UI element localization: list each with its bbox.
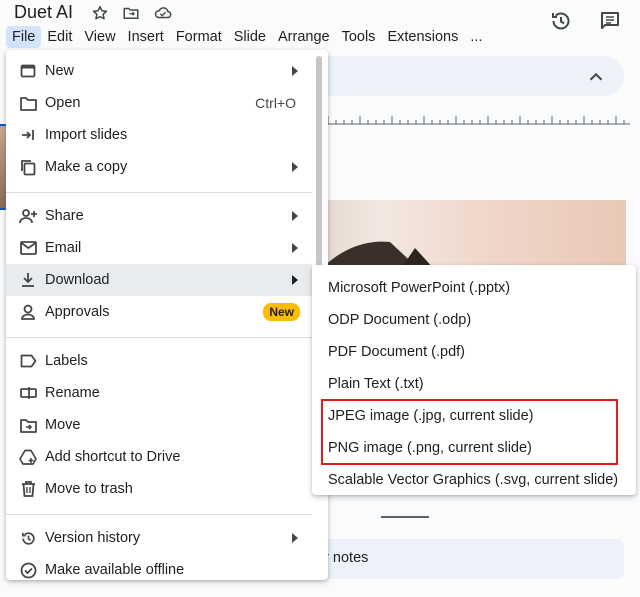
download-svg[interactable]: Scalable Vector Graphics (.svg, current …	[328, 471, 618, 489]
folder-icon	[18, 93, 38, 113]
menu-arrange[interactable]: Arrange	[272, 26, 336, 48]
offline-icon	[18, 560, 38, 580]
menu-item-new[interactable]: New	[6, 55, 312, 87]
rename-icon	[18, 383, 38, 403]
menu-item-email[interactable]: Email	[6, 232, 312, 264]
submenu-arrow-icon	[290, 211, 300, 221]
menu-item-label: Version history	[45, 530, 141, 546]
menu-edit[interactable]: Edit	[41, 26, 78, 48]
menu-item-label: Make available offline	[45, 562, 185, 578]
annotation-highlight-box	[321, 399, 618, 465]
menu-item-label: Add shortcut to Drive	[45, 449, 181, 465]
menu-item-share[interactable]: Share	[6, 200, 312, 232]
menu-view[interactable]: View	[78, 26, 121, 48]
document-title[interactable]: Duet AI	[14, 2, 73, 23]
menu-item-label: Move to trash	[45, 481, 133, 497]
person-add-icon	[18, 206, 38, 226]
move-folder-icon[interactable]	[121, 3, 141, 23]
approvals-icon	[18, 302, 38, 322]
menu-more[interactable]: ...	[464, 26, 488, 48]
filmstrip-divider[interactable]	[381, 516, 429, 518]
menu-item-rename[interactable]: Rename	[6, 377, 312, 409]
star-icon[interactable]	[90, 3, 110, 23]
menu-item-label: Open	[45, 95, 81, 111]
menu-item-approvals[interactable]: Approvals New	[6, 296, 312, 328]
copy-icon	[18, 157, 38, 177]
download-pdf[interactable]: PDF Document (.pdf)	[328, 343, 465, 361]
chevron-up-icon[interactable]	[585, 66, 607, 88]
menu-item-label: Rename	[45, 385, 100, 401]
title-bar: Duet AI File Edit View Insert Format Sli…	[0, 0, 640, 50]
email-icon	[18, 238, 38, 258]
download-icon	[18, 270, 38, 290]
menu-divider	[6, 514, 312, 515]
slides-icon	[18, 61, 38, 81]
menu-item-label: Download	[45, 272, 110, 288]
menu-item-move-to-trash[interactable]: Move to trash	[6, 473, 312, 505]
menu-item-label: Approvals	[45, 304, 110, 320]
menu-item-label: Move	[45, 417, 81, 433]
download-txt[interactable]: Plain Text (.txt)	[328, 375, 424, 393]
menu-tools[interactable]: Tools	[336, 26, 382, 48]
new-badge: New	[263, 303, 300, 321]
menu-item-label: Make a copy	[45, 159, 128, 175]
menu-item-download[interactable]: Download	[6, 264, 312, 296]
menu-divider	[6, 192, 312, 193]
submenu-arrow-icon	[290, 275, 300, 285]
menu-item-add-shortcut-to-drive[interactable]: Add shortcut to Drive	[6, 441, 312, 473]
menu-item-label: Labels	[45, 353, 88, 369]
menu-item-open[interactable]: Open Ctrl+O	[6, 87, 312, 119]
submenu-arrow-icon	[290, 533, 300, 543]
menu-insert[interactable]: Insert	[122, 26, 170, 48]
menu-format[interactable]: Format	[170, 26, 228, 48]
comments-icon[interactable]	[597, 8, 623, 34]
menu-slide[interactable]: Slide	[228, 26, 272, 48]
menu-item-label: Email	[45, 240, 82, 256]
download-odp[interactable]: ODP Document (.odp)	[328, 311, 471, 329]
menu-extensions[interactable]: Extensions	[381, 26, 464, 48]
move-icon	[18, 415, 38, 435]
import-icon	[18, 125, 38, 145]
menu-item-move[interactable]: Move	[6, 409, 312, 441]
history-icon[interactable]	[548, 8, 574, 34]
menu-file[interactable]: File	[6, 26, 42, 48]
submenu-arrow-icon	[290, 66, 300, 76]
menu-bar: File Edit View Insert Format Slide Arran…	[6, 26, 488, 48]
menu-item-label: Import slides	[45, 127, 128, 143]
menu-item-label: Share	[45, 208, 84, 224]
download-pptx[interactable]: Microsoft PowerPoint (.pptx)	[328, 279, 510, 297]
menu-item-version-history[interactable]: Version history	[6, 522, 312, 554]
history-icon	[18, 528, 38, 548]
shortcut-text: Ctrl+O	[255, 95, 296, 111]
submenu-arrow-icon	[290, 162, 300, 172]
menu-item-make-available-offline[interactable]: Make available offline	[6, 554, 312, 586]
drive-shortcut-icon	[18, 447, 38, 467]
submenu-arrow-icon	[290, 243, 300, 253]
menu-divider	[6, 337, 312, 338]
menu-item-labels[interactable]: Labels	[6, 345, 312, 377]
menu-item-import-slides[interactable]: Import slides	[6, 119, 312, 151]
menu-item-label: New	[45, 63, 75, 79]
cloud-saved-icon[interactable]	[153, 3, 173, 23]
trash-icon	[18, 479, 38, 499]
label-icon	[18, 351, 38, 371]
menu-item-make-a-copy[interactable]: Make a copy	[6, 151, 312, 183]
file-menu: New Open Ctrl+O Import slides Make a cop…	[6, 50, 328, 580]
